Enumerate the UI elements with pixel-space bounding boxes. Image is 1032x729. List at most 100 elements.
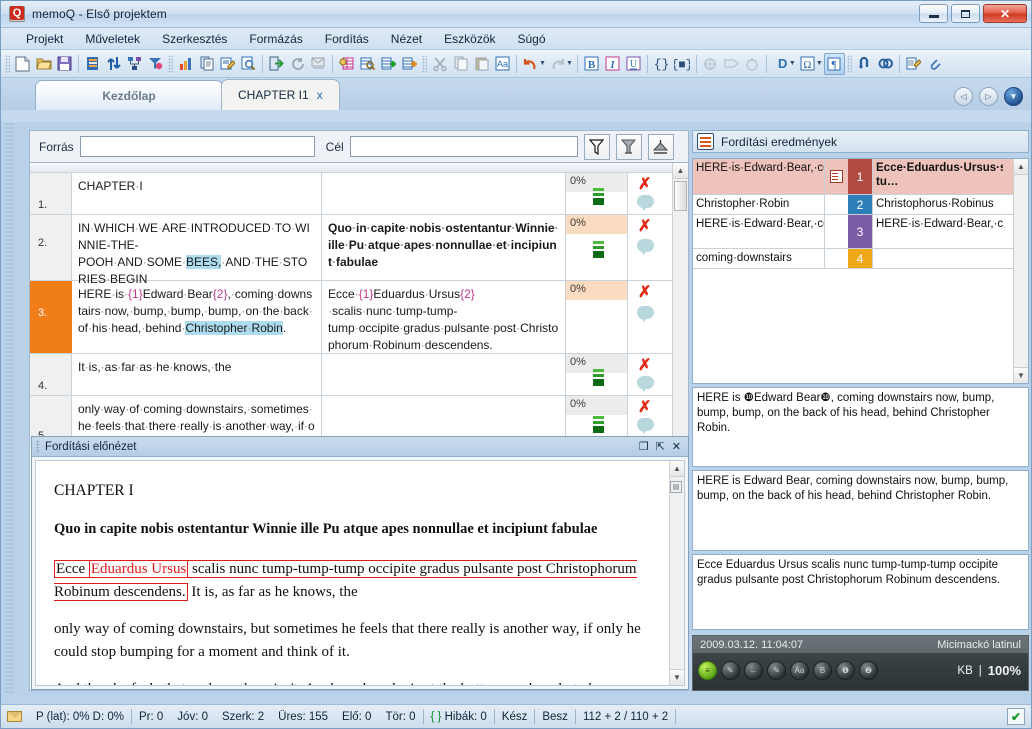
results-list[interactable]: HERE·is·Edward·Bear,·coming·downstairs·……: [692, 158, 1029, 385]
scroll-down-icon[interactable]: ▼: [1014, 367, 1028, 384]
toolbar-grip-4[interactable]: [846, 54, 852, 73]
mail-icon[interactable]: [7, 711, 22, 722]
maximize-button[interactable]: [951, 4, 980, 23]
inline-tag-icon[interactable]: {■}: [672, 53, 693, 75]
import-funnel-icon[interactable]: [145, 53, 166, 75]
list-item[interactable]: HERE·is·Edward·Bear,·coming·downstairs·……: [693, 215, 1028, 250]
pane-splitter-left[interactable]: [5, 122, 15, 695]
add-termbase-icon[interactable]: [399, 53, 420, 75]
error-x-icon[interactable]: ✗: [638, 358, 651, 374]
tab-kezdolap[interactable]: Kezdőlap: [35, 80, 223, 110]
table-row[interactable]: 1. CHAPTER·I 0% ✗: [30, 173, 688, 215]
omega-symbol-icon[interactable]: Ω: [797, 53, 818, 75]
table-row[interactable]: 2. IN·WHICH·WE·ARE·INTRODUCED·TO·WINNIE-…: [30, 215, 688, 286]
tab-chapter-i1[interactable]: CHAPTER I1 x: [221, 79, 340, 110]
scroll-up-icon[interactable]: ▲: [670, 461, 684, 477]
cut-scissors-icon[interactable]: [429, 53, 450, 75]
statistics-chart-icon[interactable]: [175, 53, 196, 75]
format-aa-icon[interactable]: Aa: [492, 53, 513, 75]
menu-projekt[interactable]: Projekt: [15, 30, 74, 48]
source-cell[interactable]: IN·WHICH·WE·ARE·INTRODUCED·TO·WINNIE-THE…: [72, 215, 322, 286]
dropcap-d-icon[interactable]: D: [770, 53, 791, 75]
result-compare-textbox[interactable]: HERE is Edward Bear, coming downstairs n…: [692, 470, 1029, 552]
source-cell[interactable]: It·is,·as·far·as·he·knows,·the: [72, 354, 322, 395]
filter-funnel-icon[interactable]: [583, 133, 610, 160]
formatting-marks-icon[interactable]: ¶: [823, 52, 845, 75]
translation-memory-icon[interactable]: [336, 53, 357, 75]
pin-icon[interactable]: ⇱: [656, 440, 665, 453]
error-x-icon[interactable]: ✗: [638, 400, 651, 416]
comment-bubble-icon[interactable]: [637, 195, 654, 211]
clear-filter-icon[interactable]: [615, 133, 642, 160]
preview-scrollbar[interactable]: ▲ ▼: [669, 461, 684, 685]
menu-formazas[interactable]: Formázás: [238, 30, 313, 48]
refresh-circle-icon[interactable]: [287, 53, 308, 75]
redo-icon[interactable]: [547, 53, 568, 75]
preview-document-icon[interactable]: [238, 53, 259, 75]
scroll-down-icon[interactable]: ▼: [670, 669, 684, 685]
toolbar-grip[interactable]: [5, 54, 10, 73]
close-icon[interactable]: ✕: [672, 440, 681, 453]
confirm-loop-icon[interactable]: [854, 53, 875, 75]
source-cell[interactable]: HERE·is·{1}Edward·Bear{2},·coming·downst…: [72, 281, 322, 353]
project-book-icon[interactable]: [82, 53, 103, 75]
list-item[interactable]: coming·downstairs 4: [693, 249, 1028, 270]
scroll-up-icon[interactable]: ▲: [673, 163, 688, 179]
scroll-up-icon[interactable]: ▲: [1014, 159, 1028, 176]
export-arrow-icon[interactable]: [266, 53, 287, 75]
target-cell[interactable]: Ecce·{1}Eduardus·Ursus{2}·scalis·nunc·tu…: [322, 281, 566, 353]
close-button[interactable]: ✕: [983, 4, 1027, 23]
sync-arrows-icon[interactable]: [103, 53, 124, 75]
mail-send-icon[interactable]: [308, 53, 329, 75]
copy-icon[interactable]: [450, 53, 471, 75]
target-cell[interactable]: [322, 354, 566, 395]
open-folder-icon[interactable]: [33, 53, 54, 75]
chevron-right-icon[interactable]: ▷: [979, 87, 998, 106]
scrollbar-thumb[interactable]: [674, 181, 687, 211]
add-tm-icon[interactable]: [378, 53, 399, 75]
tag2-icon[interactable]: ❷: [859, 661, 878, 681]
underline-icon[interactable]: U: [623, 53, 644, 75]
list-item[interactable]: Christopher·Robin 2 Christophorus·Robinu…: [693, 195, 1028, 216]
comment-bubble-icon[interactable]: [637, 239, 654, 255]
menu-forditas[interactable]: Fordítás: [314, 30, 380, 48]
qa-check-icon[interactable]: [742, 53, 763, 75]
save-icon[interactable]: [54, 53, 75, 75]
bold-b-icon[interactable]: B: [813, 661, 832, 681]
new-document-icon[interactable]: [12, 53, 33, 75]
curly-tag-icon[interactable]: {}: [651, 53, 672, 75]
edit-document-icon[interactable]: [217, 53, 238, 75]
toolbar-grip-3[interactable]: [422, 54, 427, 73]
copy-document-icon[interactable]: [196, 53, 217, 75]
error-x-icon[interactable]: ✗: [638, 177, 651, 193]
target-cell[interactable]: [322, 173, 566, 214]
sort-filter-icon[interactable]: [647, 133, 674, 160]
pencil-icon[interactable]: ✎: [721, 661, 740, 681]
preview-notes-icon[interactable]: ▤: [670, 481, 682, 493]
table-row[interactable]: 4. It·is,·as·far·as·he·knows,·the 0% ✗: [30, 354, 688, 396]
source-cell[interactable]: CHAPTER·I: [72, 173, 322, 214]
float-icon[interactable]: ❐: [639, 440, 649, 453]
error-x-icon[interactable]: ✗: [638, 285, 651, 301]
spellcheck-icon[interactable]: [700, 53, 721, 75]
attach-icon[interactable]: [924, 53, 945, 75]
font-aa-icon[interactable]: Aa: [790, 661, 809, 681]
bold-icon[interactable]: B: [581, 53, 602, 75]
target-cell[interactable]: Quo·in·capite·nobis·ostentantur·Winnie·i…: [322, 215, 566, 280]
tm-edit-icon[interactable]: [830, 170, 843, 184]
status-ok-badge[interactable]: ✔: [1007, 708, 1025, 725]
chevron-down-icon[interactable]: ▼: [1004, 87, 1023, 106]
minimize-button[interactable]: [919, 4, 948, 23]
target-filter-input[interactable]: [349, 136, 578, 157]
toolbar-grip-2[interactable]: [168, 54, 173, 73]
menu-muveletek[interactable]: Műveletek: [74, 30, 151, 48]
tag1-icon[interactable]: ❶: [836, 661, 855, 681]
comment-bubble-icon[interactable]: [637, 376, 654, 392]
table-row[interactable]: 3. HERE·is·{1}Edward·Bear{2},·coming·dow…: [30, 281, 688, 354]
network-tree-icon[interactable]: [124, 53, 145, 75]
preview-content[interactable]: CHAPTER I Quo in capite nobis ostentantu…: [35, 460, 685, 686]
source-filter-input[interactable]: [79, 136, 315, 157]
italic-icon[interactable]: I: [602, 53, 623, 75]
menu-nezet[interactable]: Nézet: [380, 30, 433, 48]
chevron-left-icon[interactable]: ◁: [954, 87, 973, 106]
